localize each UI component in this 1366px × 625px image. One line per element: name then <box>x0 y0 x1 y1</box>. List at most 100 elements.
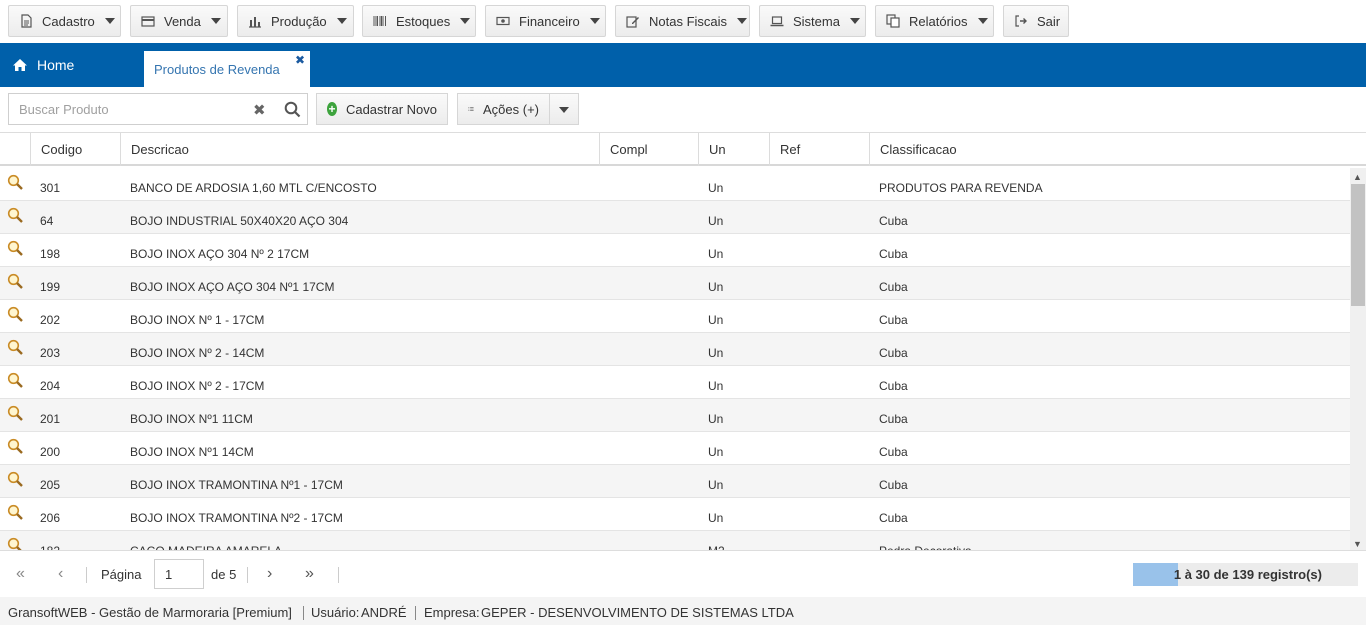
cell-un: Un <box>708 247 724 261</box>
table-row[interactable]: 199 BOJO INOX AÇO AÇO 304 Nº1 17CM Un Cu… <box>0 267 1350 300</box>
view-row-button[interactable] <box>0 168 30 201</box>
header-codigo[interactable]: Codigo <box>30 133 120 166</box>
tab-produtos-revenda[interactable]: Produtos de Revenda ✖ <box>144 51 310 87</box>
cell-ref <box>769 531 869 550</box>
cell-ref <box>769 432 869 465</box>
view-row-button[interactable] <box>0 366 30 399</box>
view-row-button[interactable] <box>0 333 30 366</box>
grid-scrollbar[interactable]: ▲ ▼ <box>1350 168 1366 550</box>
cell-classificacao: Cuba <box>879 247 908 261</box>
clear-icon[interactable]: ✖ <box>253 101 266 119</box>
chevron-down-icon <box>460 18 471 24</box>
cell-ref <box>769 333 869 366</box>
table-row[interactable]: 182 CACO MADEIRA AMARELA M2 Pedra Decora… <box>0 531 1350 550</box>
view-row-button[interactable] <box>0 234 30 267</box>
table-row[interactable]: 201 BOJO INOX Nº1 11CM Un Cuba <box>0 399 1350 432</box>
menu-estoques[interactable]: Estoques <box>362 5 476 37</box>
chevron-down-icon <box>737 18 748 24</box>
view-row-button[interactable] <box>0 531 30 550</box>
cell-descricao: BOJO INOX Nº 2 - 17CM <box>130 379 265 393</box>
table-row[interactable]: 204 BOJO INOX Nº 2 - 17CM Un Cuba <box>0 366 1350 399</box>
cell-codigo: 64 <box>40 214 54 228</box>
cell-un: Un <box>708 412 724 426</box>
actions-button[interactable]: Ações (+) <box>457 93 550 125</box>
menu-producao[interactable]: Produção <box>237 5 354 37</box>
actions-label: Ações (+) <box>483 101 539 117</box>
cell-compl <box>599 168 698 201</box>
page-number-input[interactable] <box>154 559 204 589</box>
view-row-button[interactable] <box>0 300 30 333</box>
header-descricao[interactable]: Descricao <box>120 133 599 166</box>
header-un[interactable]: Un <box>698 133 769 166</box>
view-row-button[interactable] <box>0 201 30 234</box>
table-row[interactable]: 206 BOJO INOX TRAMONTINA Nº2 - 17CM Un C… <box>0 498 1350 531</box>
last-page-icon[interactable]: » <box>305 565 314 583</box>
cell-un: Un <box>708 280 724 294</box>
menu-label: Produção <box>271 13 327 29</box>
laptop-icon <box>770 14 784 28</box>
header-ref[interactable]: Ref <box>769 133 869 166</box>
scroll-up-icon[interactable]: ▲ <box>1353 172 1362 182</box>
first-page-icon[interactable]: « <box>16 565 25 583</box>
view-row-button[interactable] <box>0 432 30 465</box>
table-row[interactable]: 203 BOJO INOX Nº 2 - 14CM Un Cuba <box>0 333 1350 366</box>
chevron-down-icon <box>559 107 569 113</box>
exit-button[interactable]: Sair <box>1003 5 1069 37</box>
close-icon[interactable]: ✖ <box>295 54 305 66</box>
scroll-down-icon[interactable]: ▼ <box>1353 539 1362 549</box>
toolbar: ✖ + Cadastrar Novo Ações (+) <box>0 87 1366 132</box>
tab-home[interactable]: Home <box>0 43 86 87</box>
tab-strip: Home Produtos de Revenda ✖ <box>0 43 1366 87</box>
cell-codigo: 301 <box>40 181 61 195</box>
cell-ref <box>769 465 869 498</box>
cell-descricao: BOJO INOX AÇO AÇO 304 Nº1 17CM <box>130 280 335 294</box>
table-row[interactable]: 64 BOJO INDUSTRIAL 50X40X20 AÇO 304 Un C… <box>0 201 1350 234</box>
menu-label: Financeiro <box>519 13 580 29</box>
table-row[interactable]: 198 BOJO INOX AÇO 304 Nº 2 17CM Un Cuba <box>0 234 1350 267</box>
menu-label: Notas Fiscais <box>649 13 728 29</box>
chevron-down-icon <box>849 18 860 24</box>
header-compl[interactable]: Compl <box>599 133 698 166</box>
menu-relatorios[interactable]: Relatórios <box>875 5 994 37</box>
actions-dropdown-toggle[interactable] <box>549 93 579 125</box>
add-new-button[interactable]: + Cadastrar Novo <box>316 93 448 125</box>
search-input[interactable] <box>9 95 239 123</box>
cell-ref <box>769 366 869 399</box>
chevron-down-icon <box>210 18 221 24</box>
page-total-label: de 5 <box>211 567 237 582</box>
menu-cadastro[interactable]: Cadastro <box>8 5 121 37</box>
view-row-button[interactable] <box>0 267 30 300</box>
menu-financeiro[interactable]: Financeiro <box>485 5 606 37</box>
cell-un: Un <box>708 379 724 393</box>
menu-label: Estoques <box>396 13 451 29</box>
chevron-down-icon <box>336 18 347 24</box>
cell-un: Un <box>708 445 724 459</box>
table-row[interactable]: 202 BOJO INOX Nº 1 - 17CM Un Cuba <box>0 300 1350 333</box>
cell-codigo: 204 <box>40 379 61 393</box>
prev-page-icon[interactable]: ‹ <box>58 565 63 583</box>
table-row[interactable]: 301 BANCO DE ARDOSIA 1,60 MTL C/ENCOSTO … <box>0 168 1350 201</box>
header-classificacao[interactable]: Classificacao <box>869 133 1366 166</box>
view-row-button[interactable] <box>0 399 30 432</box>
view-row-button[interactable] <box>0 498 30 531</box>
chevron-down-icon <box>104 18 115 24</box>
cell-descricao: BOJO INOX Nº1 11CM <box>130 412 253 426</box>
magnifier-icon <box>7 504 23 520</box>
search-icon[interactable] <box>284 101 301 118</box>
edit-icon <box>626 14 640 28</box>
cell-codigo: 198 <box>40 247 61 261</box>
menu-venda[interactable]: Venda <box>130 5 228 37</box>
list-icon <box>468 106 474 112</box>
table-row[interactable]: 200 BOJO INOX Nº1 14CM Un Cuba <box>0 432 1350 465</box>
next-page-icon[interactable]: › <box>267 565 272 583</box>
table-row[interactable]: 205 BOJO INOX TRAMONTINA Nº1 - 17CM Un C… <box>0 465 1350 498</box>
cell-descricao: BOJO INOX Nº1 14CM <box>130 445 254 459</box>
chevron-down-icon <box>589 18 600 24</box>
menu-sistema[interactable]: Sistema <box>759 5 866 37</box>
menu-notas-fiscais[interactable]: Notas Fiscais <box>615 5 750 37</box>
cell-compl <box>599 399 698 432</box>
scroll-thumb[interactable] <box>1351 184 1365 306</box>
cell-descricao: BOJO INOX AÇO 304 Nº 2 17CM <box>130 247 310 261</box>
view-row-button[interactable] <box>0 465 30 498</box>
chart-icon <box>248 14 262 28</box>
